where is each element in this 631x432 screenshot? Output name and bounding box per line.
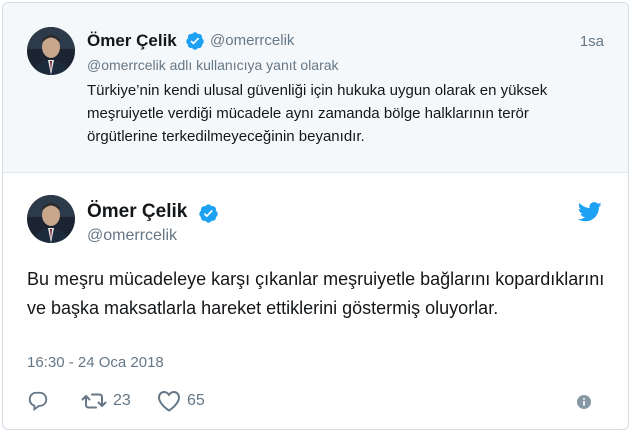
retweet-button[interactable]: 23: [81, 389, 131, 413]
tweet-embed-card: Ömer Çelik @omerrcelik 1sa @omerrcelik a…: [2, 2, 629, 430]
reply-button[interactable]: [27, 389, 49, 413]
avatar-image: [27, 195, 75, 243]
avatar[interactable]: [27, 195, 75, 243]
heart-icon: [158, 391, 180, 412]
author-name[interactable]: Ömer Çelik: [87, 201, 187, 223]
author-handle[interactable]: @omerrcelik: [210, 32, 294, 49]
retweet-count: 23: [113, 392, 131, 409]
twitter-bird-icon[interactable]: [578, 202, 602, 222]
parent-tweet[interactable]: Ömer Çelik @omerrcelik 1sa @omerrcelik a…: [3, 3, 628, 173]
tweet-time[interactable]: 1sa: [580, 33, 604, 50]
like-button[interactable]: 65: [157, 389, 205, 413]
verified-badge-icon: [199, 204, 218, 223]
avatar[interactable]: [27, 27, 75, 75]
author-handle[interactable]: @omerrcelik: [87, 227, 177, 245]
like-count: 65: [187, 392, 205, 409]
info-icon[interactable]: [577, 395, 591, 409]
verified-badge-icon: [186, 32, 204, 50]
tweet-actions: 23 65: [27, 389, 607, 413]
tweet-text: Bu meşru mücadeleye karşı çıkanlar meşru…: [27, 269, 605, 318]
reply-icon: [28, 391, 48, 412]
retweet-icon: [81, 393, 107, 409]
tweet-timestamp[interactable]: 16:30 - 24 Oca 2018: [27, 354, 164, 371]
parent-tweet-text: Türkiye’nin kendi ulusal güvenliği için …: [87, 82, 548, 145]
author-name[interactable]: Ömer Çelik: [87, 31, 177, 51]
avatar-image: [27, 27, 75, 75]
reply-context: @omerrcelik adlı kullanıcıya yanıt olara…: [87, 57, 339, 73]
